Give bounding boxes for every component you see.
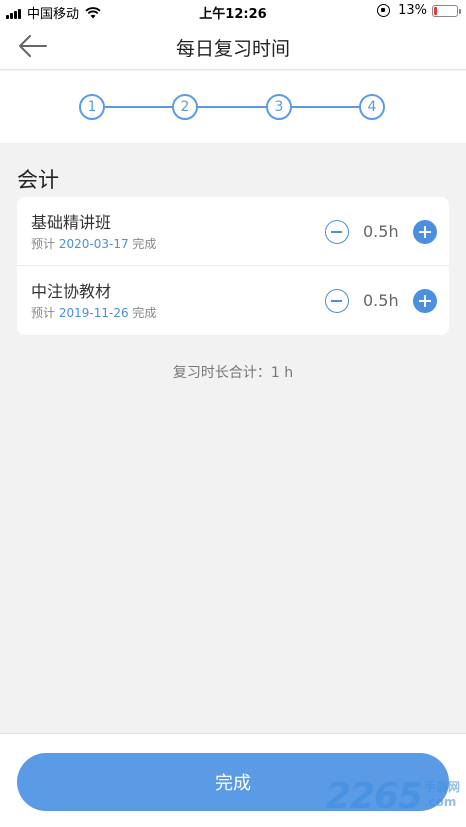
watermark-line1: 手游网	[423, 780, 460, 794]
course-completion: 预计 2019-11-26 完成	[31, 304, 156, 321]
watermark-logo: 2265 手游网 .com	[326, 776, 460, 817]
expect-label: 预计	[31, 306, 56, 320]
back-button[interactable]	[16, 32, 50, 60]
finish-label: 完成	[132, 237, 157, 251]
step-connector	[198, 106, 266, 108]
finish-label: 完成	[132, 306, 157, 320]
course-list: 基础精讲班 预计 2020-03-17 完成 0.5h 中注协教材 预计 201…	[17, 197, 449, 335]
step-connector	[291, 106, 360, 108]
step-connector	[105, 106, 173, 108]
step-2: 2	[172, 94, 198, 120]
completion-date: 2020-03-17	[58, 237, 129, 251]
course-completion: 预计 2020-03-17 完成	[31, 235, 156, 252]
status-bar: 中国移动 上午12:26 13%	[0, 0, 466, 22]
watermark-number: 2265	[325, 776, 423, 817]
increase-hours-button[interactable]	[413, 289, 437, 313]
total-review-time: 复习时长合计：1 h	[172, 365, 294, 381]
decrease-hours-button[interactable]	[325, 220, 349, 244]
arrow-left-icon	[19, 35, 47, 57]
increase-hours-button[interactable]	[413, 220, 437, 244]
completion-date: 2019-11-26	[58, 306, 129, 320]
nav-bar: 每日复习时间	[0, 22, 466, 70]
decrease-hours-button[interactable]	[325, 289, 349, 313]
orientation-lock-icon	[377, 4, 391, 17]
course-item: 基础精讲班 预计 2020-03-17 完成 0.5h	[17, 197, 449, 266]
daily-hours-value: 0.5h	[363, 291, 399, 310]
step-4: 4	[359, 94, 385, 120]
section-title: 会计	[17, 168, 59, 192]
course-name: 中注协教材	[31, 282, 112, 301]
battery-percent: 13%	[398, 3, 427, 18]
battery-icon	[432, 4, 461, 17]
page-title: 每日复习时间	[175, 38, 290, 60]
status-right: 13%	[377, 3, 461, 18]
course-name: 基础精讲班	[31, 213, 112, 232]
daily-hours-value: 0.5h	[363, 222, 399, 241]
step-3: 3	[266, 94, 292, 120]
course-item: 中注协教材 预计 2019-11-26 完成 0.5h	[17, 266, 449, 335]
watermark-line2: .com	[423, 795, 457, 809]
stepper: 1 2 3 4	[0, 71, 466, 143]
expect-label: 预计	[31, 237, 56, 251]
step-1: 1	[79, 94, 105, 120]
